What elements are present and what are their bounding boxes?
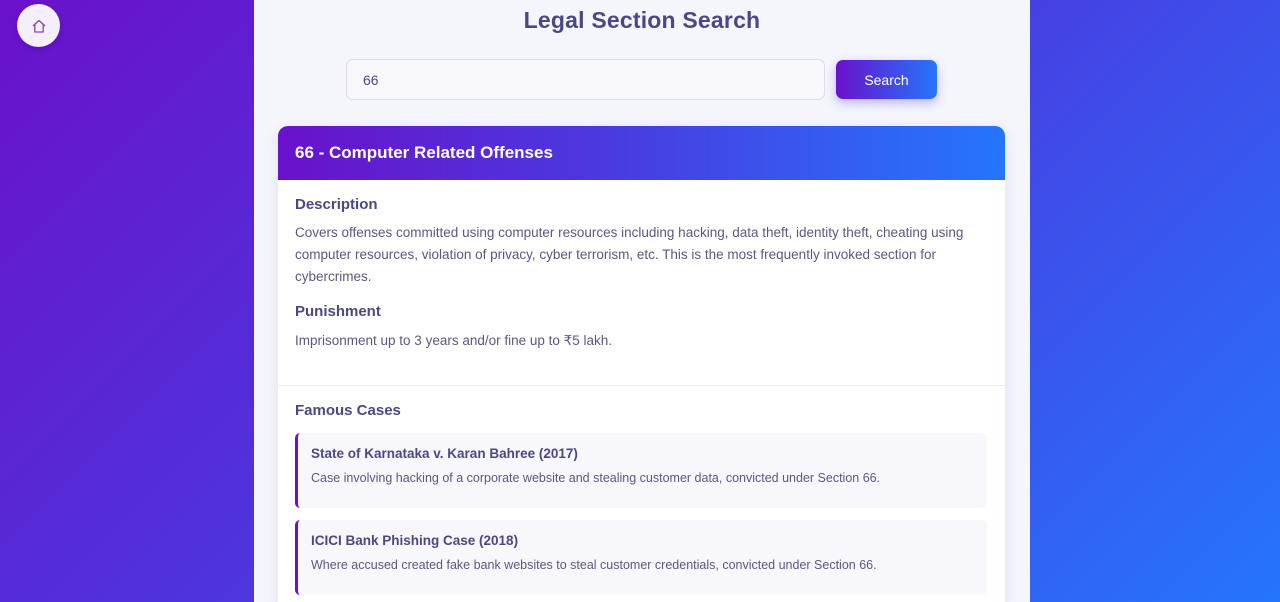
- case-description: Where accused created fake bank websites…: [311, 558, 877, 572]
- famous-cases-heading: Famous Cases: [295, 402, 401, 419]
- description-heading: Description: [295, 196, 378, 213]
- search-button[interactable]: Search: [836, 60, 937, 99]
- punishment-text: Imprisonment up to 3 years and/or fine u…: [295, 333, 613, 348]
- case-description: Case involving hacking of a corporate we…: [311, 471, 881, 485]
- description-text: Covers offenses committed using computer…: [295, 225, 964, 284]
- result-title: 66 - Computer Related Offenses: [278, 126, 1005, 180]
- search-input[interactable]: [346, 59, 825, 100]
- punishment-heading: Punishment: [295, 303, 381, 320]
- case-title: State of Karnataka v. Karan Bahree (2017…: [311, 446, 578, 461]
- main-panel: Legal Section Search Search 66 - Compute…: [254, 0, 1030, 602]
- case-item: ICICI Bank Phishing Case (2018) Where ac…: [295, 520, 987, 595]
- result-card: 66 - Computer Related Offenses Descripti…: [278, 126, 1005, 602]
- case-item: State of Karnataka v. Karan Bahree (2017…: [295, 433, 987, 508]
- home-button[interactable]: [17, 4, 60, 47]
- case-title: ICICI Bank Phishing Case (2018): [311, 533, 519, 548]
- page-title: Legal Section Search: [523, 7, 761, 33]
- home-icon: [32, 19, 45, 33]
- divider: [278, 385, 1005, 386]
